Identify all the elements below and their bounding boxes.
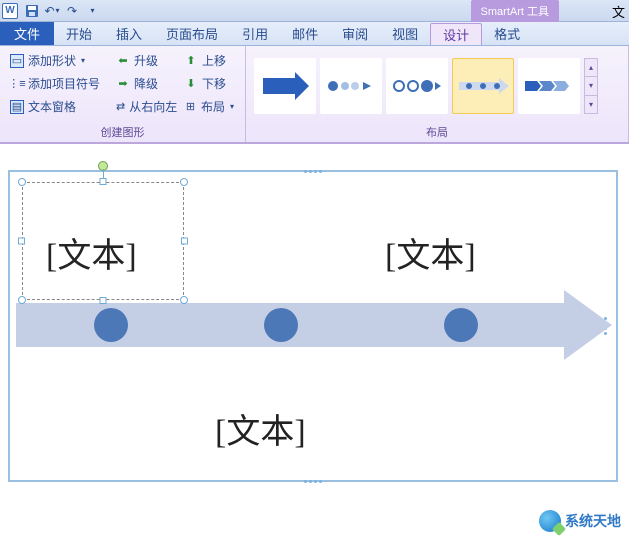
watermark-text: 系统天地 xyxy=(565,511,621,531)
chevron-down-icon: ▾ xyxy=(230,102,234,111)
group-layouts-label: 布局 xyxy=(252,122,622,140)
add-shape-icon: ▭ xyxy=(10,54,24,68)
ribbon: ▭ 添加形状 ▾ ⋮≡ 添加项目符号 ▤ 文本窗格 ⬅ 升级 xyxy=(0,46,629,144)
tab-view[interactable]: 视图 xyxy=(380,22,430,45)
gallery-more[interactable]: ▴ ▾ ▾ xyxy=(584,58,598,114)
text-placeholder-2[interactable]: [文本] xyxy=(385,228,476,277)
tab-insert[interactable]: 插入 xyxy=(104,22,154,45)
layout-option-3[interactable] xyxy=(386,58,448,114)
resize-handle-r[interactable] xyxy=(181,238,188,245)
gallery-expand-icon[interactable]: ▾ xyxy=(585,96,597,113)
tab-pagelayout[interactable]: 页面布局 xyxy=(154,22,230,45)
arrow-down-icon: ⬇ xyxy=(184,77,198,91)
selection-frame[interactable] xyxy=(22,182,184,300)
title-bar: W ↶▾ ↷ ▾ SmartArt 工具 文 xyxy=(0,0,629,22)
layout-icon: ⊞ xyxy=(184,100,197,114)
promote-label: 升级 xyxy=(134,52,158,69)
group-create-graphic: ▭ 添加形状 ▾ ⋮≡ 添加项目符号 ▤ 文本窗格 ⬅ 升级 xyxy=(0,46,246,142)
tab-design[interactable]: 设计 xyxy=(430,23,482,45)
layout-option-1[interactable] xyxy=(254,58,316,114)
app-icon: W xyxy=(2,3,18,19)
watermark-globe-icon xyxy=(539,510,561,532)
group-layouts: ▴ ▾ ▾ 布局 xyxy=(246,46,629,142)
arrow-left-icon: ⬅ xyxy=(116,54,130,68)
layout-button[interactable]: ⊞ 布局 ▾ xyxy=(180,96,238,117)
redo-icon[interactable]: ↷ xyxy=(62,2,82,20)
tab-mailings[interactable]: 邮件 xyxy=(280,22,330,45)
demote-label: 降级 xyxy=(134,75,158,92)
resize-handle-br[interactable] xyxy=(180,296,188,304)
resize-handle-l[interactable] xyxy=(18,238,25,245)
save-icon[interactable] xyxy=(22,2,42,20)
resize-handle-bl[interactable] xyxy=(18,296,26,304)
arrow-right-icon: ➡ xyxy=(116,77,130,91)
canvas-handle-bottom[interactable] xyxy=(298,477,328,485)
move-up-button[interactable]: ⬆ 上移 xyxy=(180,50,238,71)
smartart-canvas[interactable]: [文本] [文本] [文本] xyxy=(8,170,618,482)
bullet-icon: ⋮≡ xyxy=(10,77,24,91)
text-pane-icon: ▤ xyxy=(10,100,24,114)
contextual-tab-title: SmartArt 工具 xyxy=(471,0,559,22)
undo-icon[interactable]: ↶▾ xyxy=(42,2,62,20)
move-up-label: 上移 xyxy=(202,52,226,69)
group-create-label: 创建图形 xyxy=(6,122,239,140)
layout-option-5[interactable] xyxy=(518,58,580,114)
chevron-down-icon: ▾ xyxy=(81,56,85,65)
timeline-dot-2[interactable] xyxy=(264,308,298,342)
move-down-button[interactable]: ⬇ 下移 xyxy=(180,73,238,94)
text-placeholder-3[interactable]: [文本] xyxy=(215,404,306,453)
layout-btn-label: 布局 xyxy=(201,98,225,115)
arrow-up-icon: ⬆ xyxy=(184,54,198,68)
canvas-handle-top[interactable] xyxy=(298,167,328,175)
text-pane-label: 文本窗格 xyxy=(28,98,76,115)
timeline-dot-3[interactable] xyxy=(444,308,478,342)
timeline-dot-1[interactable] xyxy=(94,308,128,342)
tab-review[interactable]: 审阅 xyxy=(330,22,380,45)
add-bullet-label: 添加项目符号 xyxy=(28,75,100,92)
resize-handle-t[interactable] xyxy=(100,178,107,185)
text-pane-button[interactable]: ▤ 文本窗格 xyxy=(6,96,112,117)
rtl-icon: ⇄ xyxy=(116,100,125,114)
layout-option-2[interactable] xyxy=(320,58,382,114)
promote-button[interactable]: ⬅ 升级 xyxy=(112,50,180,71)
layout-option-4[interactable] xyxy=(452,58,514,114)
tab-file[interactable]: 文件 xyxy=(0,22,54,45)
gallery-row-down-icon[interactable]: ▾ xyxy=(585,77,597,95)
layout-gallery: ▴ ▾ ▾ xyxy=(252,50,600,122)
qat-customize-icon[interactable]: ▾ xyxy=(82,2,102,20)
rtl-label: 从右向左 xyxy=(129,98,177,115)
demote-button[interactable]: ➡ 降级 xyxy=(112,73,180,94)
window-title-fragment: 文 xyxy=(612,0,625,22)
add-shape-label: 添加形状 xyxy=(28,52,76,69)
arrow-head-icon xyxy=(564,290,612,360)
resize-handle-tl[interactable] xyxy=(18,178,26,186)
watermark: 系统天地 xyxy=(539,510,621,532)
tab-references[interactable]: 引用 xyxy=(230,22,280,45)
tab-format[interactable]: 格式 xyxy=(482,22,532,45)
add-bullet-button[interactable]: ⋮≡ 添加项目符号 xyxy=(6,73,112,94)
add-shape-button[interactable]: ▭ 添加形状 ▾ xyxy=(6,50,112,71)
tab-home[interactable]: 开始 xyxy=(54,22,104,45)
resize-handle-b[interactable] xyxy=(100,297,107,304)
move-down-label: 下移 xyxy=(202,75,226,92)
resize-handle-tr[interactable] xyxy=(180,178,188,186)
ribbon-tabs: 文件 开始 插入 页面布局 引用 邮件 审阅 视图 设计 格式 xyxy=(0,22,629,46)
rtl-button[interactable]: ⇄ 从右向左 xyxy=(112,96,180,117)
gallery-row-up-icon[interactable]: ▴ xyxy=(585,59,597,77)
